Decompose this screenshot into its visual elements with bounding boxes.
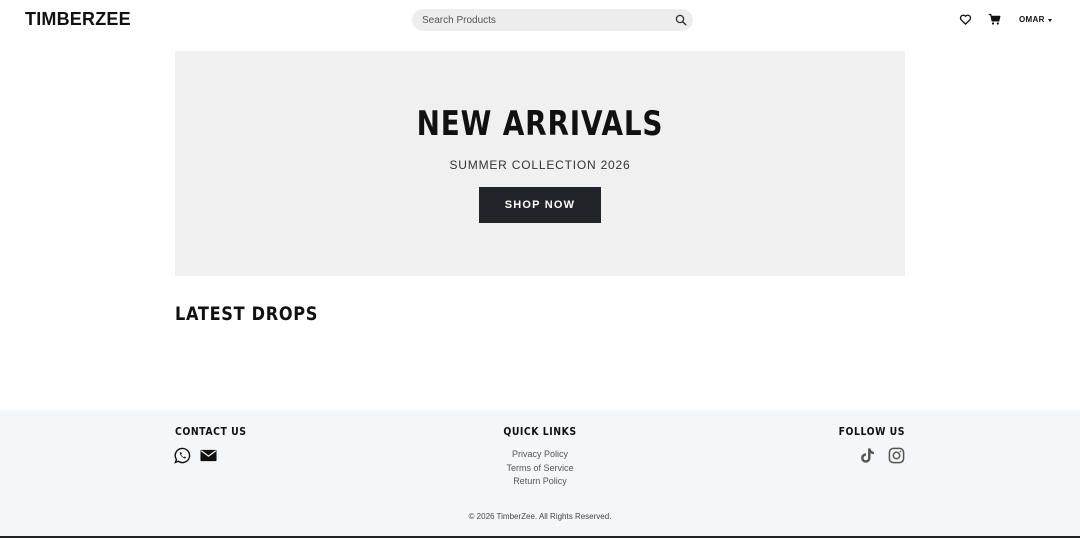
whatsapp-icon[interactable] <box>174 447 191 464</box>
hero-title: NEW ARRIVALS <box>416 104 664 144</box>
heart-icon[interactable] <box>959 13 972 26</box>
site-header: TIMBERZEE OMAR <box>0 0 1080 40</box>
terms-of-service-link[interactable]: Terms of Service <box>440 462 640 476</box>
search-icon[interactable] <box>675 14 687 26</box>
copyright-text: © 2026 TimberZee. All Rights Reserved. <box>468 512 612 521</box>
hero-subtitle: SUMMER COLLECTION 2026 <box>449 158 631 172</box>
mail-icon[interactable] <box>200 447 217 464</box>
quick-links-list: Privacy Policy Terms of Service Return P… <box>440 448 640 489</box>
latest-drops-heading: LATEST DROPS <box>175 303 319 325</box>
shop-now-button[interactable]: SHOP NOW <box>479 187 601 223</box>
return-policy-link[interactable]: Return Policy <box>440 475 640 489</box>
contact-us-heading: CONTACT US <box>175 425 247 438</box>
cart-icon[interactable] <box>988 13 1001 26</box>
quick-links-heading: QUICK LINKS <box>503 425 577 438</box>
site-logo[interactable]: TIMBERZEE <box>25 9 131 29</box>
follow-us-heading: FOLLOW US <box>838 425 905 438</box>
search-bar[interactable] <box>412 9 693 31</box>
privacy-policy-link[interactable]: Privacy Policy <box>440 448 640 462</box>
user-name: OMAR <box>1019 15 1045 24</box>
search-input[interactable] <box>422 9 662 31</box>
instagram-icon[interactable] <box>888 447 905 464</box>
site-footer: CONTACT US QUICK LINKS Privacy Policy Te… <box>0 410 1080 536</box>
user-menu[interactable]: OMAR <box>1019 14 1052 26</box>
tiktok-icon[interactable] <box>859 447 876 464</box>
chevron-down-icon <box>1047 18 1052 22</box>
hero-banner: NEW ARRIVALS SUMMER COLLECTION 2026 <box>175 51 905 276</box>
